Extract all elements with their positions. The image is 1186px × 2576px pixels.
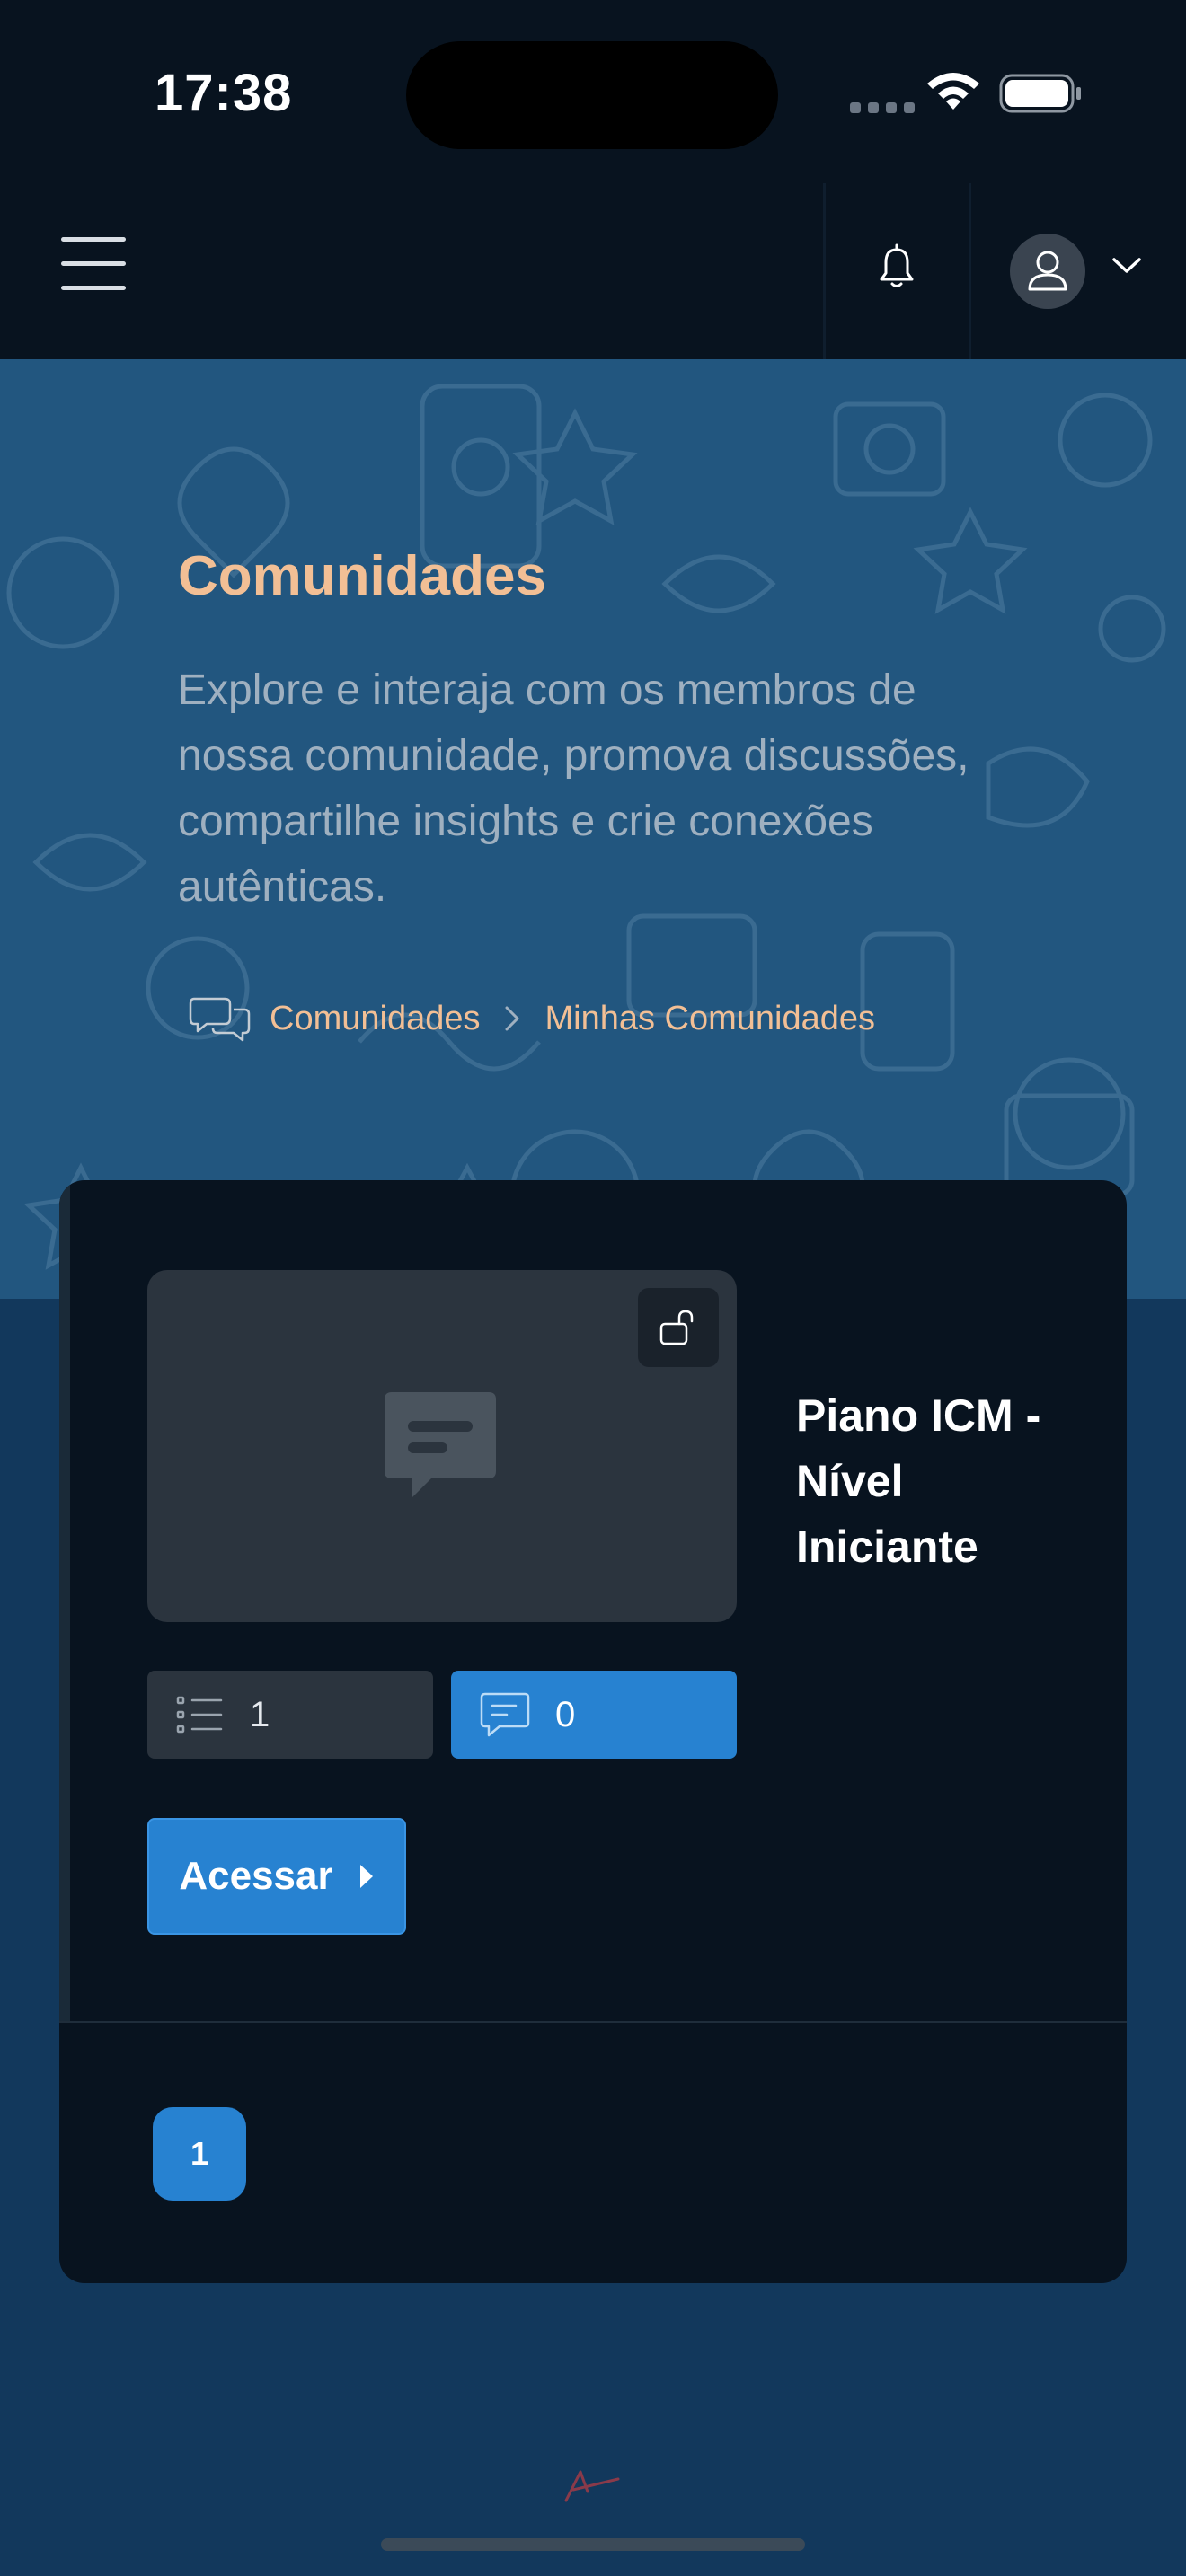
- page-title: Comunidades: [178, 545, 546, 607]
- home-indicator[interactable]: [381, 2538, 805, 2551]
- bell-icon[interactable]: [866, 237, 927, 298]
- unlock-icon: [638, 1288, 719, 1367]
- breadcrumb: Comunidades Minhas Comunidades: [189, 992, 875, 1045]
- comment-icon: [480, 1692, 530, 1737]
- chat-bubbles-icon: [189, 997, 251, 1042]
- pagination-page-1[interactable]: 1: [153, 2107, 246, 2201]
- breadcrumb-link-minhas-comunidades[interactable]: Minhas Comunidades: [544, 1000, 875, 1038]
- chevron-right-icon: [505, 1006, 519, 1031]
- page-description: Explore e interaja com os membros de nos…: [178, 666, 969, 911]
- battery-icon: [999, 74, 1081, 113]
- community-card: Piano ICM - Nível Iniciante 1 0 Acessar: [59, 1180, 1127, 2283]
- user-icon[interactable]: [1010, 234, 1085, 309]
- access-button-label: Acessar: [179, 1854, 333, 1898]
- header-divider: [969, 183, 971, 359]
- list-icon: [176, 1696, 223, 1734]
- community-title[interactable]: Piano ICM - Nível Iniciante: [796, 1383, 1084, 1580]
- lessons-count-badge: 1: [147, 1671, 433, 1759]
- breadcrumb-link-comunidades[interactable]: Comunidades: [270, 1000, 480, 1038]
- card-stripe: [59, 1180, 70, 2021]
- header-divider: [823, 183, 826, 359]
- dynamic-island: [406, 41, 778, 149]
- wifi-icon: [927, 73, 979, 110]
- chevron-down-icon[interactable]: [1111, 255, 1143, 277]
- lessons-count: 1: [250, 1694, 270, 1734]
- top-bar: 17:38: [0, 0, 1186, 359]
- cellular-signal-icon: [850, 102, 915, 113]
- comments-count: 0: [555, 1694, 576, 1734]
- status-time: 17:38: [155, 64, 293, 122]
- chat-placeholder-icon: [385, 1392, 496, 1498]
- access-button[interactable]: Acessar: [147, 1818, 406, 1935]
- comments-count-badge: 0: [451, 1671, 737, 1759]
- menu-button[interactable]: [54, 232, 129, 296]
- community-thumbnail[interactable]: [147, 1270, 737, 1622]
- card-divider: [59, 2021, 1127, 2023]
- hero-banner: Comunidades Explore e interaja com os me…: [0, 359, 1186, 1299]
- brand-logo-icon: [564, 2470, 620, 2502]
- caret-right-icon: [359, 1865, 373, 1888]
